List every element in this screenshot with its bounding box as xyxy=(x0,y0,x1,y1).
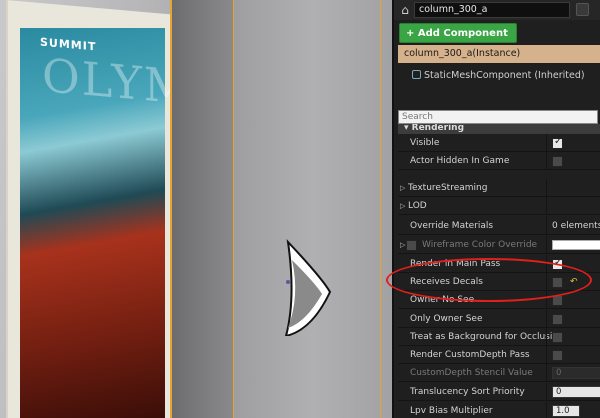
actor-icon: ⌂ xyxy=(401,3,409,17)
add-component-button[interactable]: + Add Component ▾ xyxy=(399,23,517,59)
decal-icon[interactable] xyxy=(282,238,332,336)
column-divider xyxy=(546,364,547,382)
property-row: Actor Hidden In Game xyxy=(398,152,600,170)
expand-arrow-icon[interactable]: ▷ xyxy=(400,197,405,215)
treat-as-background-checkbox[interactable] xyxy=(552,332,563,343)
property-label: CustomDepth Stencil Value xyxy=(410,368,533,378)
component-item-staticmesh[interactable]: StaticMeshComponent (Inherited) xyxy=(398,67,600,85)
details-panel: ⌂ column_300_a + Add Component ▾ column_… xyxy=(392,0,600,418)
property-row: Render CustomDepth Pass xyxy=(398,346,600,364)
property-group-row[interactable]: ▷ LOD xyxy=(398,197,600,215)
translucency-priority-field[interactable]: 0 xyxy=(552,386,600,398)
wireframe-color-swatch[interactable] xyxy=(552,240,600,250)
column-divider xyxy=(546,236,547,254)
expand-arrow-icon[interactable]: ▷ xyxy=(400,179,405,197)
static-mesh-icon xyxy=(412,70,421,79)
property-label: Wireframe Color Override xyxy=(422,240,538,250)
property-label: Translucency Sort Priority xyxy=(410,387,525,397)
category-rendering[interactable]: ▾ Rendering xyxy=(398,124,600,134)
property-row: CustomDepth Stencil Value 0 xyxy=(398,364,600,382)
property-label: TextureStreaming xyxy=(408,183,488,193)
lock-icon[interactable] xyxy=(576,3,589,16)
column-divider xyxy=(546,383,547,401)
wall-right xyxy=(234,0,392,418)
property-label: Lpv Bias Multiplier xyxy=(410,406,493,416)
property-row: Treat as Background for Occlusion xyxy=(398,328,600,346)
level-viewport[interactable]: SUMMIT OLYMP xyxy=(0,0,392,418)
actor-name-field[interactable]: column_300_a xyxy=(414,2,570,18)
property-label: Only Owner See xyxy=(410,314,483,324)
selection-outline xyxy=(380,0,381,418)
expand-arrow-icon[interactable]: ▷ xyxy=(400,236,405,254)
property-label: Render CustomDepth Pass xyxy=(410,350,530,360)
column-divider xyxy=(546,328,547,346)
property-row: Visible xyxy=(398,134,600,152)
column-divider xyxy=(546,134,547,152)
only-owner-see-checkbox[interactable] xyxy=(552,314,563,325)
column-divider xyxy=(546,346,547,364)
component-item-instance[interactable]: column_300_a(Instance) xyxy=(398,45,600,63)
column-divider xyxy=(546,310,547,328)
property-label: Actor Hidden In Game xyxy=(410,156,510,166)
selected-column[interactable] xyxy=(170,0,234,418)
property-row: Translucency Sort Priority 0 xyxy=(398,383,600,401)
property-group-row[interactable]: ▷ TextureStreaming xyxy=(398,179,600,197)
property-label: LOD xyxy=(408,201,427,211)
render-custom-depth-checkbox[interactable] xyxy=(552,350,563,361)
stencil-value-field[interactable]: 0 xyxy=(552,367,600,379)
details-topbar: ⌂ column_300_a xyxy=(394,0,600,20)
column-divider xyxy=(546,152,547,170)
lpv-bias-field[interactable]: 1.0 xyxy=(552,405,580,417)
component-label: StaticMeshComponent (Inherited) xyxy=(424,70,585,81)
actor-hidden-checkbox[interactable] xyxy=(552,156,563,167)
column-divider xyxy=(546,217,547,235)
wireframe-override-checkbox[interactable] xyxy=(406,240,417,251)
property-label: Visible xyxy=(410,138,440,148)
property-row: Lpv Bias Multiplier 1.0 xyxy=(398,402,600,418)
property-row: Only Owner See xyxy=(398,310,600,328)
override-materials-value: 0 elements xyxy=(552,221,600,231)
column-divider xyxy=(546,197,547,215)
column-divider xyxy=(546,402,547,418)
property-row: ▷ Wireframe Color Override xyxy=(398,236,600,254)
property-row: Override Materials 0 elements xyxy=(398,217,600,235)
visible-checkbox[interactable] xyxy=(552,136,563,149)
column-divider xyxy=(546,179,547,197)
property-label: Treat as Background for Occlusion xyxy=(410,332,564,342)
search-input[interactable]: Search xyxy=(398,110,598,124)
highlight-ellipse xyxy=(386,258,592,302)
property-label: Override Materials xyxy=(410,221,494,231)
